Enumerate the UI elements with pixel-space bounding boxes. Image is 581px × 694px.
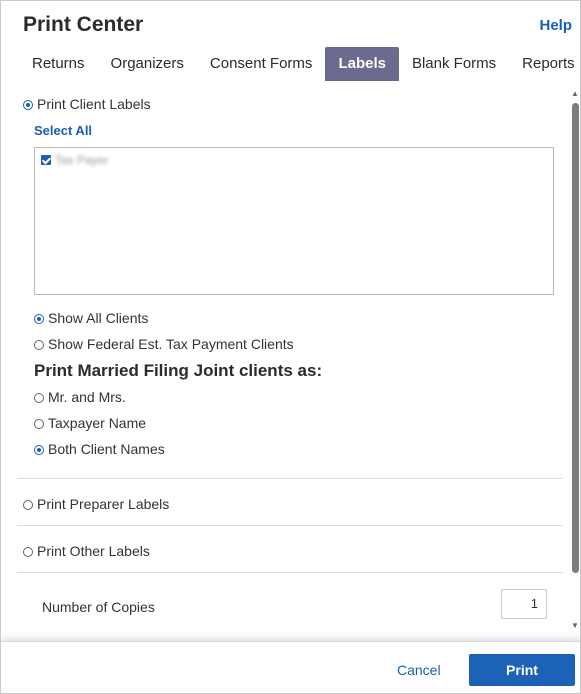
print-client-labels-label: Print Client Labels [37,96,151,112]
tab-blank-forms[interactable]: Blank Forms [399,47,509,81]
print-other-labels-label: Print Other Labels [37,543,150,559]
print-client-labels-option[interactable]: Print Client Labels [23,96,151,112]
print-preparer-labels-option[interactable]: Print Preparer Labels [23,496,169,512]
dialog-header: Print Center Help Returns Organizers Con… [1,1,580,81]
print-preparer-labels-label: Print Preparer Labels [37,496,170,512]
show-all-clients-option[interactable]: Show All Clients [34,310,148,326]
tab-labels[interactable]: Labels [325,47,399,81]
section-divider [17,478,563,479]
list-item[interactable]: Tax Payer [41,153,108,167]
print-other-labels-option[interactable]: Print Other Labels [23,543,150,559]
client-name: Tax Payer [55,153,109,167]
checkbox-checked-icon[interactable] [41,155,51,165]
print-button[interactable]: Print [469,654,575,686]
taxpayer-name-label: Taxpayer Name [48,415,147,431]
tab-returns[interactable]: Returns [19,47,98,81]
radio-unchecked-icon[interactable] [23,547,33,557]
select-all-link[interactable]: Select All [34,123,92,138]
dialog-footer: Cancel Print [1,641,580,693]
radio-unchecked-icon[interactable] [34,393,44,403]
show-federal-est-clients-option[interactable]: Show Federal Est. Tax Payment Clients [34,336,294,352]
section-divider [17,525,563,526]
scrollbar-thumb[interactable] [572,103,579,573]
radio-unchecked-icon[interactable] [23,500,33,510]
vertical-scrollbar[interactable]: ▲ ▼ [567,89,580,641]
radio-checked-icon[interactable] [34,445,44,455]
radio-checked-icon[interactable] [23,100,33,110]
show-federal-est-clients-label: Show Federal Est. Tax Payment Clients [48,336,294,352]
tab-consent-forms[interactable]: Consent Forms [197,47,326,81]
mr-and-mrs-label: Mr. and Mrs. [48,389,126,405]
mfj-heading: Print Married Filing Joint clients as: [34,361,323,380]
labels-panel: Print Client Labels Select All Tax Payer… [1,81,580,641]
mr-and-mrs-option[interactable]: Mr. and Mrs. [34,389,126,405]
tab-reports[interactable]: Reports [509,47,580,81]
tab-bar: Returns Organizers Consent Forms Labels … [19,47,580,81]
radio-checked-icon[interactable] [34,314,44,324]
scroll-down-icon[interactable]: ▼ [571,621,579,630]
number-of-copies-label: Number of Copies [42,599,155,615]
both-client-names-label: Both Client Names [48,441,165,457]
radio-unchecked-icon[interactable] [34,340,44,350]
client-list[interactable]: Tax Payer [34,147,554,295]
print-center-dialog: Print Center Help Returns Organizers Con… [0,0,581,694]
show-all-clients-label: Show All Clients [48,310,149,326]
dialog-title: Print Center [23,13,144,36]
help-link[interactable]: Help [539,17,572,34]
number-of-copies-input[interactable]: 1 [501,589,547,619]
scroll-up-icon[interactable]: ▲ [571,89,579,98]
taxpayer-name-option[interactable]: Taxpayer Name [34,415,146,431]
cancel-button[interactable]: Cancel [397,662,441,678]
section-divider [17,572,563,573]
tab-organizers[interactable]: Organizers [98,47,197,81]
radio-unchecked-icon[interactable] [34,419,44,429]
both-client-names-option[interactable]: Both Client Names [34,441,165,457]
